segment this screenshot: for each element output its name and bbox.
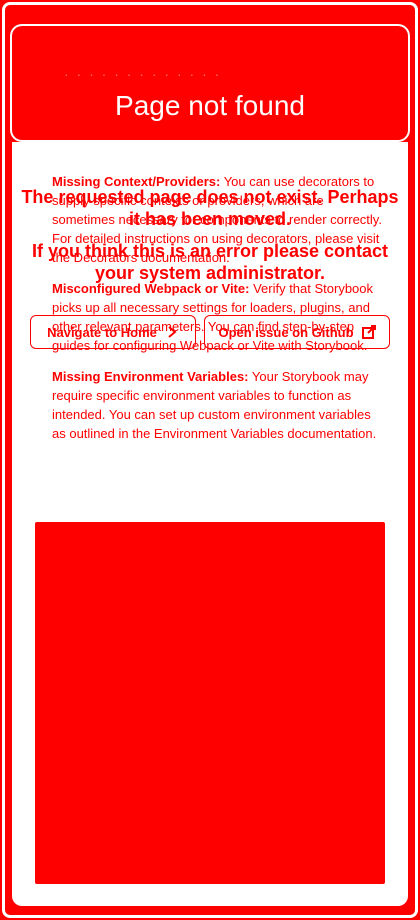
error-message-line: The requested page does not exist. Perha… — [21, 187, 399, 229]
breadcrumb: · · · · · · · · · · · · · — [64, 66, 222, 82]
page-header: · · · · · · · · · · · · · Page not found — [12, 26, 408, 140]
chevron-right-icon — [165, 325, 179, 339]
error-message-line: If you think this is an error please con… — [31, 241, 389, 283]
navigate-home-label: Navigate to Home — [47, 324, 157, 340]
error-message: The requested page does not exist. Perha… — [20, 186, 400, 294]
external-link-icon — [361, 325, 376, 339]
navigate-home-button[interactable]: Navigate to Home — [30, 315, 196, 349]
media-placeholder — [35, 522, 385, 884]
open-github-issue-label: Open issue on Github — [218, 324, 354, 340]
help-term: Missing Environment Variables: — [52, 369, 249, 384]
open-github-issue-button[interactable]: Open issue on Github — [204, 315, 390, 349]
page-title: Page not found — [115, 90, 305, 121]
help-item: Missing Environment Variables: Your Stor… — [52, 367, 384, 443]
